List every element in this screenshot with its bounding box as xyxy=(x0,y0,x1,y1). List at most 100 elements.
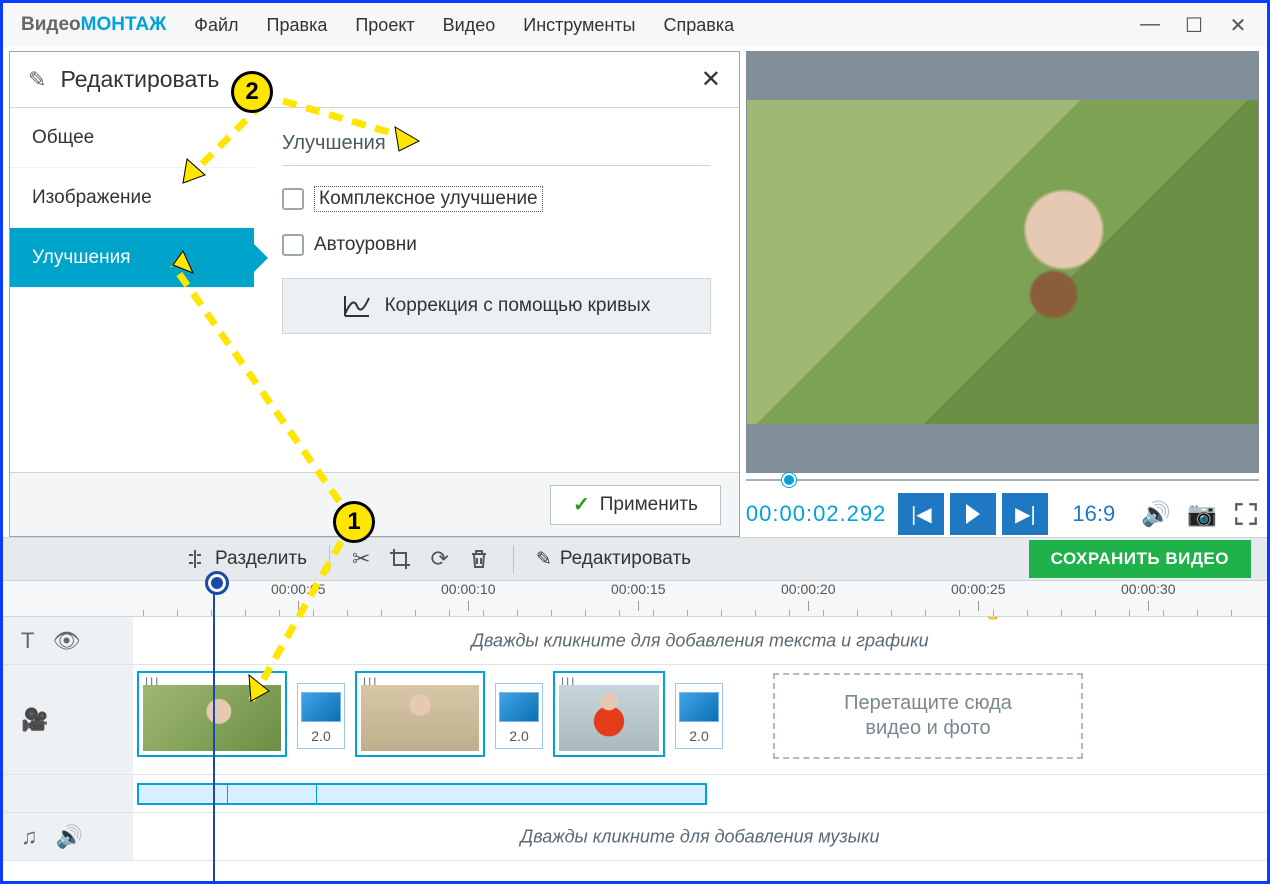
delete-icon[interactable] xyxy=(467,547,491,571)
track-music-head: ♫ 🔊 xyxy=(3,813,133,860)
transition-1[interactable]: 2.0 xyxy=(297,683,345,749)
rotate-icon[interactable]: ⟳ xyxy=(430,546,448,572)
minimize-button[interactable]: — xyxy=(1139,13,1161,38)
checkbox-complex-row: Комплексное улучшение xyxy=(282,186,711,212)
tab-image[interactable]: Изображение xyxy=(10,168,254,228)
next-frame-button[interactable]: ▶| xyxy=(1002,493,1048,535)
main-area: ✎ Редактировать ✕ Общее Изображение Улуч… xyxy=(3,47,1267,537)
audio-segment[interactable] xyxy=(227,783,317,805)
edit-clip-label: Редактировать xyxy=(560,548,691,570)
volume-icon[interactable]: 🔊 xyxy=(1141,500,1171,529)
cut-icon[interactable]: ✂ xyxy=(352,546,370,572)
transition-2[interactable]: 2.0 xyxy=(495,683,543,749)
aspect-label[interactable]: 16:9 xyxy=(1072,501,1115,527)
toolbar-sep xyxy=(329,545,330,573)
track-text: T 👁 Дважды кликните для добавления текст… xyxy=(3,617,1267,665)
menu-edit[interactable]: Правка xyxy=(267,15,328,36)
clip-thumb xyxy=(361,685,479,751)
play-button[interactable] xyxy=(950,493,996,535)
timeline-ruler[interactable]: 00:00:05 00:00:10 00:00:15 00:00:20 00:0… xyxy=(3,581,1267,617)
clip-3[interactable]: ||| xyxy=(553,671,665,757)
section-divider xyxy=(282,165,711,166)
save-video-button[interactable]: СОХРАНИТЬ ВИДЕО xyxy=(1029,540,1251,578)
track-text-head: T 👁 xyxy=(3,617,133,664)
checkbox-autolevels-label: Автоуровни xyxy=(314,234,417,256)
eye-icon[interactable]: 👁 xyxy=(52,628,80,654)
snapshot-icon[interactable]: 📷 xyxy=(1187,500,1217,529)
track-video-lane[interactable]: ||| 2.0 ||| 2.0 ||| 2.0 Перетащите сюда … xyxy=(133,665,1267,774)
drop-zone[interactable]: Перетащите сюда видео и фото xyxy=(773,673,1083,759)
track-video-head: 🎥 xyxy=(3,665,133,774)
edit-panel-footer: ✓ Применить xyxy=(10,472,739,536)
edit-clip-button[interactable]: ✎ Редактировать xyxy=(536,548,691,571)
menu-bar: ВидеоМОНТАЖ Файл Правка Проект Видео Инс… xyxy=(3,3,1267,47)
track-music-hint: Дважды кликните для добавления музыки xyxy=(521,826,880,847)
track-video: 🎥 ||| 2.0 ||| 2.0 ||| 2.0 Перетащите сюд… xyxy=(3,665,1267,775)
text-icon[interactable]: T xyxy=(21,628,34,654)
tab-improvements[interactable]: Улучшения xyxy=(10,228,254,288)
prev-frame-button[interactable]: |◀ xyxy=(898,493,944,535)
preview-scrubber[interactable] xyxy=(746,475,1259,485)
ruler-tick: 00:00:25 xyxy=(951,581,1006,597)
track-music: ♫ 🔊 Дважды кликните для добавления музык… xyxy=(3,813,1267,861)
transition-label: 2.0 xyxy=(689,728,708,744)
menu-help[interactable]: Справка xyxy=(664,15,735,36)
app-title: ВидеоМОНТАЖ xyxy=(21,14,166,36)
checkbox-complex-label: Комплексное улучшение xyxy=(314,186,543,212)
window-controls: — ☐ ✕ xyxy=(1139,13,1249,38)
audio-strip[interactable] xyxy=(137,783,707,805)
transition-label: 2.0 xyxy=(311,728,330,744)
toolbar-sep-2 xyxy=(513,545,514,573)
split-icon xyxy=(183,547,207,571)
timeline-area: 👆 00:00:05 00:00:10 00:00:15 00:00:20 00… xyxy=(3,581,1267,861)
curves-button[interactable]: Коррекция с помощью кривых xyxy=(282,278,711,334)
track-text-lane[interactable]: Дважды кликните для добавления текста и … xyxy=(133,617,1267,664)
checkbox-complex[interactable] xyxy=(282,188,304,210)
ruler-tick: 00:00:10 xyxy=(441,581,496,597)
transition-3[interactable]: 2.0 xyxy=(675,683,723,749)
menu-video[interactable]: Видео xyxy=(443,15,496,36)
check-icon: ✓ xyxy=(573,492,590,517)
speaker-icon[interactable]: 🔊 xyxy=(56,824,83,850)
curves-button-label: Коррекция с помощью кривых xyxy=(385,295,651,317)
close-window-button[interactable]: ✕ xyxy=(1227,13,1249,38)
scrubber-handle[interactable] xyxy=(782,473,796,487)
track-music-lane[interactable]: Дважды кликните для добавления музыки xyxy=(133,813,1267,860)
clip-1[interactable]: ||| xyxy=(137,671,287,757)
preview-letterbox-top xyxy=(747,52,1258,100)
fullscreen-icon[interactable] xyxy=(1233,501,1259,527)
tab-general[interactable]: Общее xyxy=(10,108,254,168)
timeline-toolbar: Разделить ✂ ⟳ ✎ Редактировать СОХРАНИТЬ … xyxy=(3,537,1267,581)
preview-frame xyxy=(747,100,1258,424)
music-icon[interactable]: ♫ xyxy=(21,824,38,850)
crop-icon[interactable] xyxy=(388,547,412,571)
ruler-tick: 00:00:20 xyxy=(781,581,836,597)
split-button[interactable]: Разделить xyxy=(183,547,307,571)
apply-button-label: Применить xyxy=(600,494,698,516)
maximize-button[interactable]: ☐ xyxy=(1183,13,1205,38)
menu-file[interactable]: Файл xyxy=(194,15,238,36)
menu-project[interactable]: Проект xyxy=(355,15,414,36)
track-audio-head xyxy=(3,775,133,812)
playhead[interactable] xyxy=(213,581,215,881)
drop-zone-label: Перетащите сюда видео и фото xyxy=(844,691,1012,741)
checkbox-autolevels[interactable] xyxy=(282,234,304,256)
track-text-hint: Дважды кликните для добавления текста и … xyxy=(471,630,928,651)
clip-thumb xyxy=(559,685,659,751)
ruler-tick: 00:00:30 xyxy=(1121,581,1176,597)
preview-viewport[interactable] xyxy=(746,51,1259,473)
clip-2[interactable]: ||| xyxy=(355,671,485,757)
track-audio-lane[interactable] xyxy=(133,775,1267,812)
pencil-icon: ✎ xyxy=(536,548,552,571)
menu-tools[interactable]: Инструменты xyxy=(523,15,635,36)
close-edit-panel-button[interactable]: ✕ xyxy=(701,65,721,94)
edit-panel-title: Редактировать xyxy=(60,66,219,93)
edit-tabs: Общее Изображение Улучшения xyxy=(10,108,254,472)
apply-button[interactable]: ✓ Применить xyxy=(550,485,721,525)
clip-thumb xyxy=(143,685,281,751)
camera-icon[interactable]: 🎥 xyxy=(21,707,48,733)
preview-controls: 00:00:02.292 |◀ ▶| 16:9 🔊 📷 xyxy=(746,485,1259,537)
preview-letterbox-bottom xyxy=(747,424,1258,472)
edit-icon: ✎ xyxy=(28,67,46,93)
section-title: Улучшения xyxy=(282,132,711,155)
